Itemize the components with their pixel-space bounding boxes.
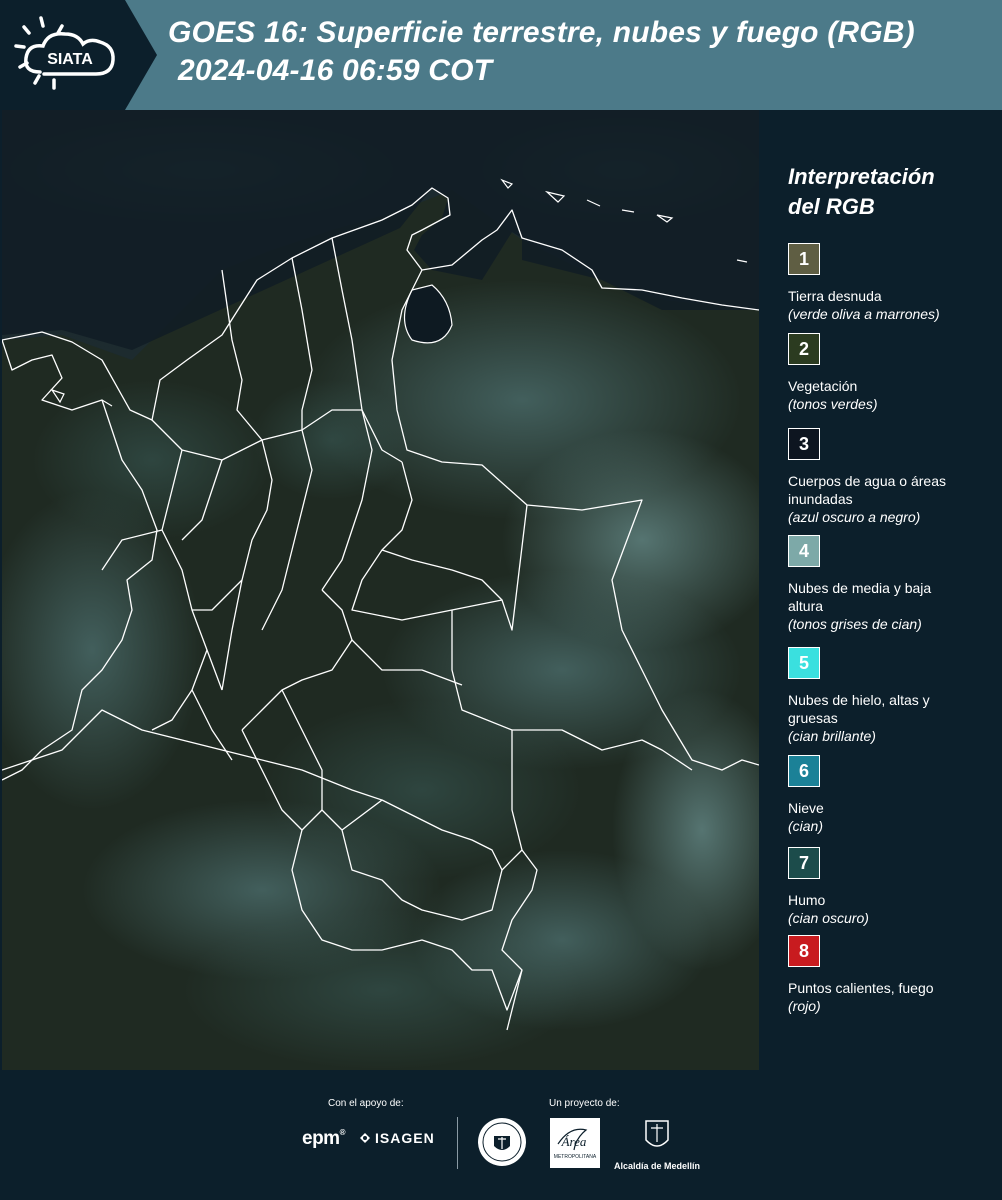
- footer: Con el apoyo de: Un proyecto de: epm® IS…: [0, 1070, 1002, 1200]
- map-canvas: [2, 110, 759, 1070]
- legend-swatch: 4: [788, 535, 820, 567]
- alcaldia-logo: Alcaldía de Medellín: [612, 1118, 702, 1171]
- legend-label: Cuerpos de agua o áreas inundadas: [788, 473, 946, 507]
- legend-item-1: 1 Tierra desnuda (verde oliva a marrones): [788, 243, 998, 323]
- legend-label: Nieve: [788, 800, 824, 816]
- area-logo-graphic: Área METROPOLITANA: [554, 1128, 597, 1160]
- isagen-logo: ISAGEN: [358, 1130, 435, 1146]
- alcaldia-text: Alcaldía de Medellín: [613, 1161, 701, 1171]
- legend-label: Nubes de media y baja altura: [788, 580, 932, 614]
- legend-title-line2: del RGB: [788, 194, 875, 219]
- isagen-icon: [360, 1133, 370, 1143]
- legend-sublabel: (rojo): [788, 998, 821, 1014]
- legend-swatch: 7: [788, 847, 820, 879]
- epm-text: epm: [302, 1128, 340, 1149]
- legend-label: Puntos calientes, fuego: [788, 980, 934, 996]
- legend-item-5: 5 Nubes de hielo, altas y gruesas (cian br…: [788, 647, 998, 745]
- medellin-shield-icon: [645, 1120, 669, 1147]
- legend-swatch: 1: [788, 243, 820, 275]
- legend-sublabel: (cian): [788, 818, 824, 834]
- legend-item-3: 3 Cuerpos de agua o áreas inundadas (azul …: [788, 428, 998, 526]
- legend-swatch: 6: [788, 755, 820, 787]
- legend-sublabel: (cian oscuro): [788, 910, 869, 926]
- legend-item-8: 8 Puntos calientes, fuego (rojo): [788, 935, 998, 1015]
- timestamp: 2024-04-16 06:59 COT: [178, 54, 493, 87]
- area-logo-sub: METROPOLITANA: [554, 1154, 597, 1160]
- header: SIATA GOES 16: Superficie terrestre, nub…: [0, 0, 1002, 110]
- legend-item-2: 2 Vegetación (tonos verdes): [788, 333, 998, 413]
- legend-item-7: 7 Humo (cian oscuro): [788, 847, 998, 927]
- legend-sublabel: (cian brillante): [788, 728, 876, 744]
- legend-panel: Interpretación del RGB 1 Tierra desnuda (v…: [760, 110, 1002, 1070]
- siata-logo: SIATA: [14, 16, 115, 90]
- medellin-seal-icon: [478, 1118, 526, 1166]
- legend-swatch: 8: [788, 935, 820, 967]
- legend-sublabel: (tonos verdes): [788, 396, 878, 412]
- isagen-text: ISAGEN: [375, 1130, 435, 1146]
- legend-sublabel: (azul oscuro a negro): [788, 509, 921, 525]
- epm-logo: epm®: [302, 1128, 346, 1149]
- page-title: GOES 16: Superficie terrestre, nubes y f…: [168, 16, 915, 49]
- legend-label: Nubes de hielo, altas y gruesas: [788, 692, 930, 726]
- legend-label: Tierra desnuda: [788, 288, 882, 304]
- legend-swatch: 5: [788, 647, 820, 679]
- logo-block: SIATA: [0, 0, 157, 110]
- support-label: Con el apoyo de:: [328, 1098, 404, 1109]
- legend-swatch: 2: [788, 333, 820, 365]
- legend-title: Interpretación del RGB: [788, 162, 988, 222]
- area-logo-text: Área: [561, 1134, 587, 1149]
- legend-sublabel: (verde oliva a marrones): [788, 306, 940, 322]
- legend-label: Humo: [788, 892, 826, 908]
- legend-title-line1: Interpretación: [788, 164, 935, 189]
- project-label: Un proyecto de:: [549, 1098, 620, 1109]
- footer-divider: [457, 1117, 458, 1169]
- legend-sublabel: (tonos grises de cian): [788, 616, 922, 632]
- legend-swatch: 3: [788, 428, 820, 460]
- legend-item-4: 4 Nubes de media y baja altura (tonos gris…: [788, 535, 998, 633]
- legend-item-6: 6 Nieve (cian): [788, 755, 998, 835]
- logo-text: SIATA: [47, 51, 93, 68]
- area-metropolitana-logo: Área METROPOLITANA: [550, 1118, 600, 1168]
- satellite-map[interactable]: [2, 110, 759, 1070]
- legend-label: Vegetación: [788, 378, 858, 394]
